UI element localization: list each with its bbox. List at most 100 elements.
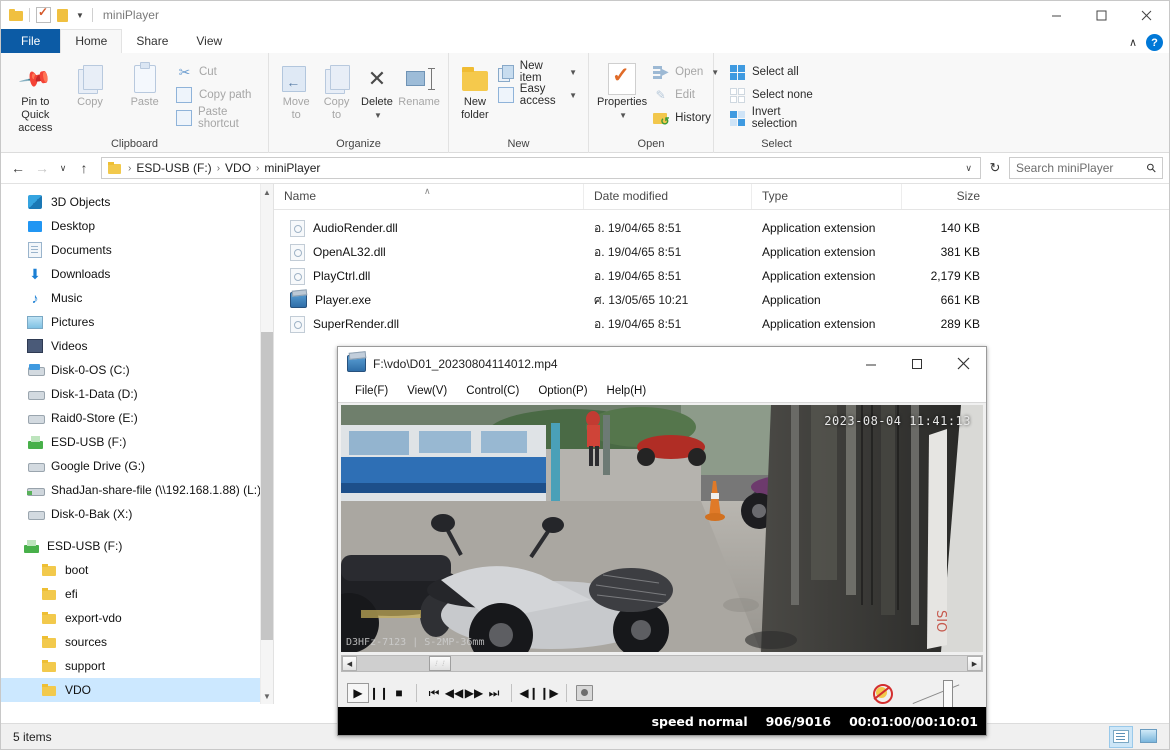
tab-home[interactable]: Home	[60, 29, 122, 53]
menu-file[interactable]: File(F)	[346, 383, 397, 399]
help-button[interactable]: ?	[1146, 34, 1163, 51]
navigation-scrollbar[interactable]: ▲ ▼	[260, 184, 273, 704]
column-header-size[interactable]: Size	[902, 184, 992, 209]
back-button[interactable]: ←	[7, 157, 29, 179]
menu-control[interactable]: Control(C)	[457, 383, 528, 399]
snapshot-button[interactable]	[574, 683, 594, 703]
menu-help[interactable]: Help(H)	[598, 383, 656, 399]
sidebar-item-music[interactable]: ♪Music	[1, 286, 273, 310]
sidebar-item-efi[interactable]: efi	[1, 582, 273, 606]
close-button[interactable]	[1124, 1, 1169, 29]
collapse-ribbon-icon[interactable]: ∧	[1129, 36, 1137, 49]
sidebar-item-boot[interactable]: boot	[1, 558, 273, 582]
play-button[interactable]: ▶	[347, 683, 369, 703]
sidebar-item-pictures[interactable]: Pictures	[1, 310, 273, 334]
select-all-button[interactable]: Select all	[726, 62, 831, 82]
sidebar-item-esd-usb-root[interactable]: ESD-USB (F:)	[1, 534, 273, 558]
chevron-down-icon[interactable]: ▼	[74, 11, 86, 20]
seek-thumb[interactable]: ⋮⋮	[429, 656, 451, 671]
paste-shortcut-button[interactable]: Paste shortcut	[173, 108, 260, 128]
scroll-down-icon[interactable]: ▼	[261, 688, 273, 704]
cut-button[interactable]: ✂ Cut	[173, 62, 260, 82]
sidebar-item-export-vdo[interactable]: export-vdo	[1, 606, 273, 630]
properties-button[interactable]: Properties ▼	[597, 58, 647, 122]
breadcrumb-item-vdo[interactable]: VDO	[223, 161, 253, 175]
table-row[interactable]: PlayCtrl.dll อ. 19/04/65 8:51 Applicatio…	[274, 264, 1169, 288]
new-folder-button[interactable]: New folder	[457, 58, 493, 122]
sidebar-item-documents[interactable]: Documents	[1, 238, 273, 262]
minimize-button[interactable]	[1034, 1, 1079, 29]
sidebar-item-disk-1-data[interactable]: Disk-1-Data (D:)	[1, 382, 273, 406]
skip-back-button[interactable]: ⏮	[424, 683, 444, 703]
breadcrumb-item-miniplayer[interactable]: miniPlayer	[262, 161, 322, 175]
table-row[interactable]: AudioRender.dll อ. 19/04/65 8:51 Applica…	[274, 216, 1169, 240]
history-button[interactable]: History	[649, 108, 722, 128]
table-row[interactable]: OpenAL32.dll อ. 19/04/65 8:51 Applicatio…	[274, 240, 1169, 264]
up-button[interactable]: ↑	[73, 157, 95, 179]
sidebar-item-3d-objects[interactable]: 3D Objects	[1, 190, 273, 214]
breadcrumb-item-esd-usb[interactable]: ESD-USB (F:)	[134, 161, 213, 175]
seek-track[interactable]: ⋮⋮	[357, 656, 967, 671]
sidebar-item-desktop[interactable]: Desktop	[1, 214, 273, 238]
pin-to-quick-access-button[interactable]: 📌 Pin to Quick access	[9, 58, 62, 135]
copy-button[interactable]: Copy	[64, 58, 117, 109]
tab-share[interactable]: Share	[122, 29, 182, 53]
chevron-down-icon[interactable]: ▼	[374, 109, 382, 122]
seek-slider[interactable]: ◀ ⋮⋮ ▶	[341, 655, 983, 672]
pause-button[interactable]: ❙❙	[369, 683, 389, 703]
edit-button[interactable]: ✎ Edit	[649, 85, 722, 105]
sidebar-item-google-drive[interactable]: Google Drive (G:)	[1, 454, 273, 478]
refresh-button[interactable]: ↻	[983, 157, 1007, 179]
invert-selection-button[interactable]: Invert selection	[726, 108, 831, 128]
new-item-button[interactable]: New item ▼	[495, 62, 580, 82]
mute-icon[interactable]	[873, 684, 891, 702]
sidebar-item-esd-usb[interactable]: ESD-USB (F:)	[1, 430, 273, 454]
quick-access-toolbar[interactable]: ▼	[1, 1, 93, 29]
player-minimize-button[interactable]	[848, 347, 894, 380]
folder-icon[interactable]	[9, 9, 23, 21]
sidebar-item-vdo[interactable]: VDO	[1, 678, 273, 702]
column-header-name[interactable]: Name ∧	[274, 184, 584, 209]
column-header-date-modified[interactable]: Date modified	[584, 184, 752, 209]
maximize-button[interactable]	[1079, 1, 1124, 29]
sidebar-item-videos[interactable]: Videos	[1, 334, 273, 358]
sidebar-item-raid0-store[interactable]: Raid0-Store (E:)	[1, 406, 273, 430]
table-row[interactable]: Player.exe ศ. 13/05/65 10:21 Application…	[274, 288, 1169, 312]
seek-right-arrow-icon[interactable]: ▶	[967, 656, 982, 671]
large-icons-view-button[interactable]	[1137, 726, 1159, 746]
delete-button[interactable]: ✕ Delete ▼	[358, 58, 396, 122]
scroll-up-icon[interactable]: ▲	[261, 184, 273, 200]
table-row[interactable]: SuperRender.dll อ. 19/04/65 8:51 Applica…	[274, 312, 1169, 336]
open-button[interactable]: ▶ Open ▼	[649, 62, 722, 82]
sidebar-item-disk-0-os[interactable]: Disk-0-OS (C:)	[1, 358, 273, 382]
details-view-button[interactable]	[1109, 726, 1133, 748]
sidebar-item-support[interactable]: support	[1, 654, 273, 678]
sidebar-item-downloads[interactable]: ⬇Downloads	[1, 262, 273, 286]
menu-view[interactable]: View(V)	[398, 383, 456, 399]
rename-button[interactable]: Rename	[398, 58, 440, 109]
search-input[interactable]: Search miniPlayer ⚲	[1009, 157, 1163, 179]
properties-icon[interactable]	[36, 7, 51, 23]
new-folder-icon[interactable]	[57, 9, 68, 22]
scrollbar-thumb[interactable]	[261, 332, 273, 640]
chevron-down-icon[interactable]: ▼	[569, 91, 577, 100]
copy-to-button[interactable]: Copy to	[317, 58, 355, 122]
sidebar-item-shadjan-share[interactable]: ShadJan-share-file (\\192.168.1.88) (L:)	[1, 478, 273, 502]
easy-access-button[interactable]: Easy access ▼	[495, 85, 580, 105]
copy-path-button[interactable]: Copy path	[173, 85, 260, 105]
recent-locations-button[interactable]: ∨	[55, 157, 71, 179]
step-back-button[interactable]: ◀❙	[519, 683, 539, 703]
paste-button[interactable]: Paste	[118, 58, 171, 109]
breadcrumb[interactable]: › ESD-USB (F:) › VDO › miniPlayer ∨	[101, 157, 981, 179]
forward-button[interactable]: →	[31, 157, 53, 179]
sidebar-item-sources[interactable]: sources	[1, 630, 273, 654]
seek-left-arrow-icon[interactable]: ◀	[342, 656, 357, 671]
tab-file[interactable]: File	[1, 29, 60, 53]
menu-option[interactable]: Option(P)	[529, 383, 596, 399]
chevron-down-icon[interactable]: ▼	[569, 68, 577, 77]
chevron-down-icon[interactable]: ▼	[619, 109, 627, 122]
select-none-button[interactable]: Select none	[726, 85, 831, 105]
player-close-button[interactable]	[940, 347, 986, 380]
column-header-type[interactable]: Type	[752, 184, 902, 209]
fast-forward-button[interactable]: ▶▶	[464, 683, 484, 703]
